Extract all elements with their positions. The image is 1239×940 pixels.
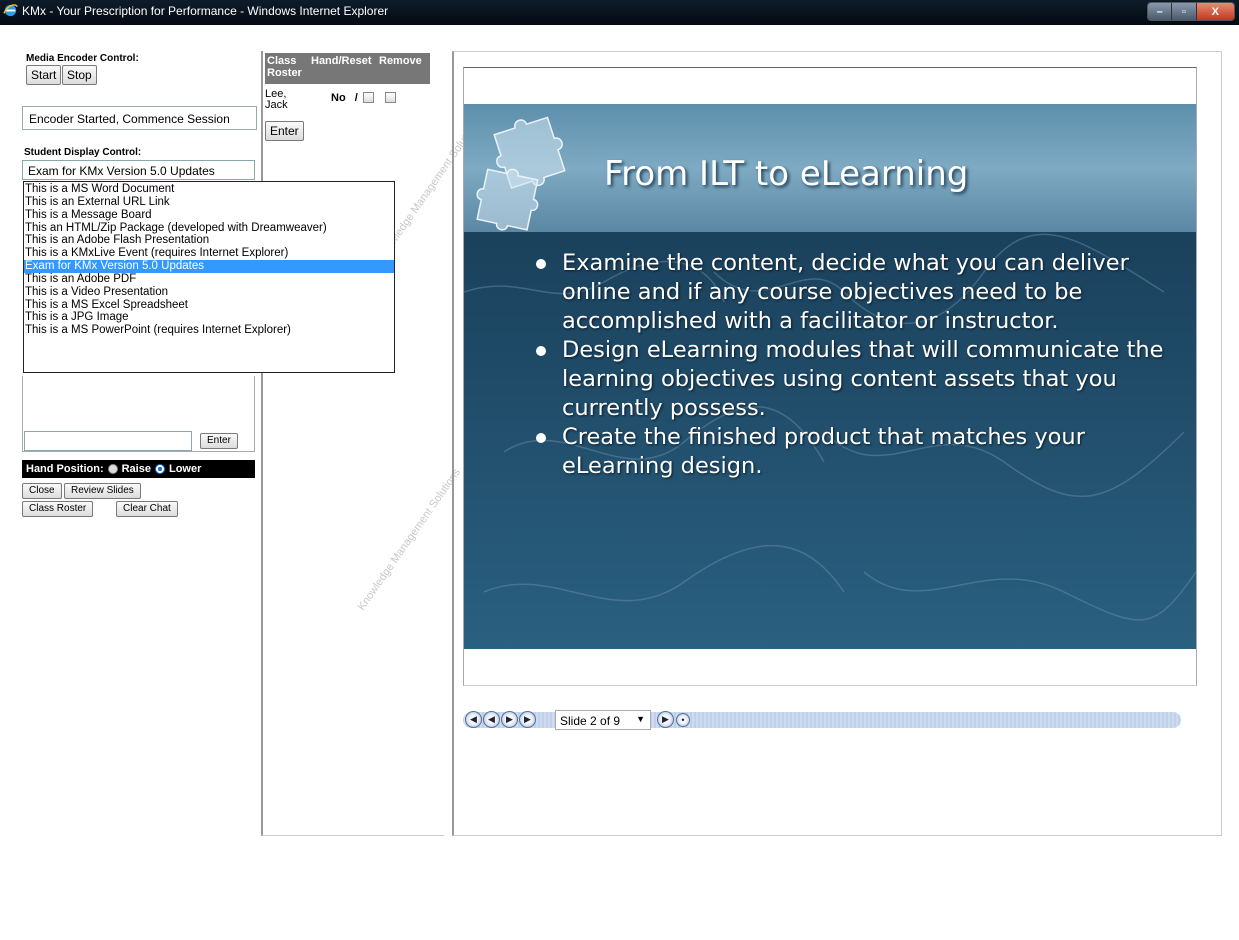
window-title: KMx - Your Prescription for Performance …: [22, 4, 389, 18]
dropdown-option[interactable]: This is a JPG Image: [24, 311, 394, 324]
slide-player-controls: ◀ ◀ ▶ ▶ Slide 2 of 9 ▼ ▶ •: [463, 710, 1183, 730]
chevron-down-icon: ▼: [636, 714, 645, 724]
bullet-dot: [536, 346, 546, 356]
dropdown-option[interactable]: This is a MS Word Document: [24, 183, 394, 196]
close-button[interactable]: Close: [22, 483, 62, 499]
bullet-text: Examine the content, decide what you can…: [562, 250, 1129, 334]
roster-panel: Class Roster Hand/Reset Remove Lee, Jack…: [261, 51, 463, 836]
maximize-button[interactable]: ▫: [1172, 3, 1197, 20]
hand-position-label: Hand Position:: [26, 463, 104, 475]
bullet-text: Create the finished product that matches…: [562, 424, 1085, 479]
remove-checkbox[interactable]: [385, 92, 396, 103]
reset-checkbox[interactable]: [363, 92, 374, 103]
last-slide-icon[interactable]: ▶: [519, 711, 536, 728]
bullet-dot: [536, 259, 546, 269]
dropdown-option[interactable]: This is a Video Presentation: [24, 286, 394, 299]
internet-explorer-icon: [3, 4, 18, 17]
raise-label: Raise: [121, 463, 151, 475]
window-titlebar: KMx - Your Prescription for Performance …: [0, 0, 1239, 25]
slide-indicator: Slide 2 of 9: [560, 714, 621, 728]
slide-select[interactable]: Slide 2 of 9 ▼: [555, 710, 651, 730]
hand-status-separator: /: [354, 92, 358, 104]
slide-bullet: Examine the content, decide what you can…: [534, 249, 1184, 336]
roster-header: Class Roster Hand/Reset Remove: [265, 53, 430, 84]
slide-title: From ILT to eLearning: [604, 154, 969, 194]
hand-position-bar: Hand Position: Raise Lower: [22, 460, 255, 478]
encoder-status: Encoder Started, Commence Session: [22, 106, 257, 130]
lower-label: Lower: [168, 463, 202, 475]
dropdown-option[interactable]: This is a Message Board: [24, 209, 394, 222]
roster-header-hand: Hand/Reset: [311, 55, 372, 67]
roster-header-remove: Remove: [379, 55, 422, 67]
next-slide-icon[interactable]: ▶: [501, 711, 518, 728]
slide-body: Examine the content, decide what you can…: [534, 249, 1184, 481]
puzzle-pieces-icon: [476, 116, 566, 231]
slide: From ILT to eLearning Examine the conten…: [464, 104, 1196, 649]
dropdown-option[interactable]: This an HTML/Zip Package (developed with…: [24, 222, 394, 235]
content-frame: From ILT to eLearning Examine the conten…: [452, 51, 1222, 836]
bullet-dot: [536, 433, 546, 443]
chat-input[interactable]: [24, 431, 192, 451]
roster-enter-button[interactable]: Enter: [265, 121, 304, 141]
stop-playback-icon[interactable]: •: [676, 713, 690, 727]
watermark-text: Knowledge Management Solutions: [356, 466, 463, 613]
hand-status-text: No: [331, 92, 346, 104]
student-name: Lee, Jack: [265, 89, 295, 111]
review-slides-button[interactable]: Review Slides: [64, 483, 141, 499]
close-window-button[interactable]: X: [1196, 3, 1234, 20]
dropdown-option[interactable]: This is a MS Excel Spreadsheet: [24, 299, 394, 312]
stop-button[interactable]: Stop: [62, 65, 97, 85]
student-display-dropdown[interactable]: This is a MS Word Document This is an Ex…: [23, 181, 395, 373]
dropdown-option[interactable]: This is an Adobe Flash Presentation: [24, 234, 394, 247]
slide-bullet: Create the finished product that matches…: [534, 423, 1184, 481]
roster-header-class: Class Roster: [267, 55, 302, 79]
dropdown-option[interactable]: This is a KMxLive Event (requires Intern…: [24, 247, 394, 260]
student-display-label: Student Display Control:: [24, 147, 142, 158]
slide-viewer: From ILT to eLearning Examine the conten…: [463, 67, 1197, 686]
window-controls: – ▫ X: [1147, 2, 1235, 21]
clear-chat-button[interactable]: Clear Chat: [116, 501, 178, 517]
lower-radio[interactable]: [154, 464, 165, 474]
dropdown-option[interactable]: This is a MS PowerPoint (requires Intern…: [24, 324, 394, 337]
play-icon[interactable]: ▶: [657, 711, 674, 728]
start-button[interactable]: Start: [26, 65, 62, 85]
dropdown-option-selected[interactable]: Exam for KMx Version 5.0 Updates: [24, 260, 394, 273]
bullet-text: Design eLearning modules that will commu…: [562, 337, 1164, 421]
class-roster-button[interactable]: Class Roster: [22, 501, 94, 517]
dropdown-option[interactable]: This is an External URL Link: [24, 196, 394, 209]
raise-radio[interactable]: [107, 464, 118, 474]
slide-bullet: Design eLearning modules that will commu…: [534, 336, 1184, 423]
student-name-line: Jack: [265, 99, 288, 111]
encoder-label: Media Encoder Control:: [26, 53, 139, 64]
student-display-select[interactable]: Exam for KMx Version 5.0 Updates: [22, 160, 255, 180]
slide-title-band: From ILT to eLearning: [464, 104, 1196, 232]
hand-status: No /: [331, 93, 358, 104]
previous-slide-icon[interactable]: ◀: [483, 711, 500, 728]
chat-enter-button[interactable]: Enter: [200, 433, 238, 449]
dropdown-option[interactable]: This is an Adobe PDF: [24, 273, 394, 286]
first-slide-icon[interactable]: ◀: [465, 711, 482, 728]
minimize-button[interactable]: –: [1148, 3, 1173, 20]
